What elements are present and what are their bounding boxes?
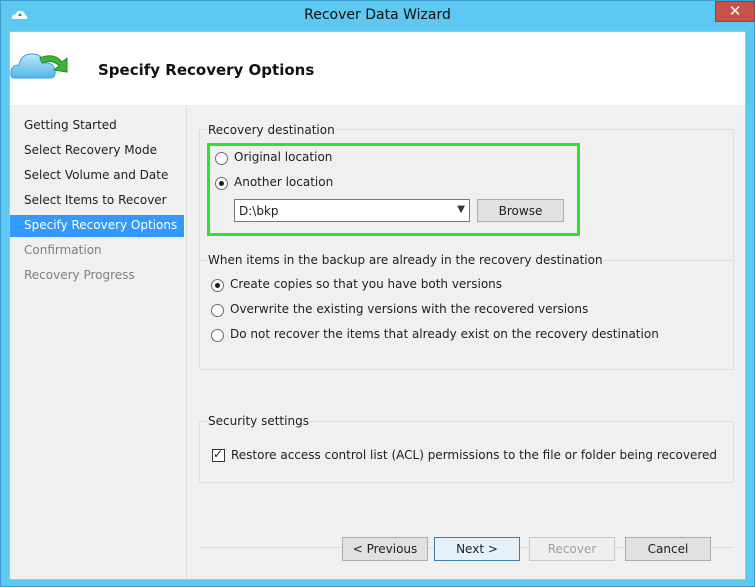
acl-checkbox[interactable] — [212, 447, 225, 462]
another-location-radio[interactable] — [215, 177, 228, 190]
wizard-client: Specify Recovery Options Getting Started… — [9, 31, 746, 580]
acl-label[interactable]: Restore access control list (ACL) permis… — [231, 448, 717, 462]
conflict-label: When items in the backup are already in … — [207, 253, 604, 267]
destination-path-value: D:\bkp — [239, 204, 279, 218]
create-copies-label[interactable]: Create copies so that you have both vers… — [230, 277, 502, 291]
create-copies-radio[interactable] — [211, 279, 224, 292]
step-select-volume-date[interactable]: Select Volume and Date — [10, 165, 184, 187]
title-bar: Recover Data Wizard ✕ — [1, 1, 755, 31]
wizard-steps: Getting Started Select Recovery Mode Sel… — [10, 105, 186, 579]
close-button[interactable]: ✕ — [715, 1, 755, 22]
destination-path-combobox[interactable]: D:\bkp ▼ — [234, 199, 470, 222]
step-confirmation: Confirmation — [24, 243, 102, 257]
another-location-label[interactable]: Another location — [234, 175, 333, 189]
step-select-recovery-mode[interactable]: Select Recovery Mode — [10, 140, 184, 162]
previous-button[interactable]: < Previous — [342, 537, 428, 561]
original-location-radio[interactable] — [215, 152, 228, 165]
original-location-label[interactable]: Original location — [234, 150, 332, 164]
step-recovery-progress: Recovery Progress — [24, 268, 135, 282]
recovery-destination-label: Recovery destination — [207, 123, 336, 137]
security-label: Security settings — [207, 414, 310, 428]
window-title: Recover Data Wizard — [304, 7, 451, 23]
step-select-items[interactable]: Select Items to Recover — [10, 190, 184, 212]
overwrite-label[interactable]: Overwrite the existing versions with the… — [230, 302, 588, 316]
browse-button[interactable]: Browse — [477, 199, 564, 222]
chevron-down-icon[interactable]: ▼ — [457, 204, 465, 215]
skip-existing-label[interactable]: Do not recover the items that already ex… — [230, 327, 659, 341]
cancel-button[interactable]: Cancel — [625, 537, 711, 561]
wizard-header: Specify Recovery Options — [10, 32, 745, 105]
options-panel: Recovery destination Original location A… — [186, 105, 745, 579]
recover-button: Recover — [529, 537, 615, 561]
page-title: Specify Recovery Options — [98, 61, 315, 79]
overwrite-radio[interactable] — [211, 304, 224, 317]
next-button[interactable]: Next > — [434, 537, 520, 561]
step-specify-recovery-options[interactable]: Specify Recovery Options — [10, 215, 184, 237]
wizard-window: Recover Data Wizard ✕ Specify Recovery O… — [0, 0, 755, 587]
cloud-recovery-icon — [10, 53, 68, 79]
skip-existing-radio[interactable] — [211, 329, 224, 342]
step-getting-started[interactable]: Getting Started — [10, 115, 184, 137]
